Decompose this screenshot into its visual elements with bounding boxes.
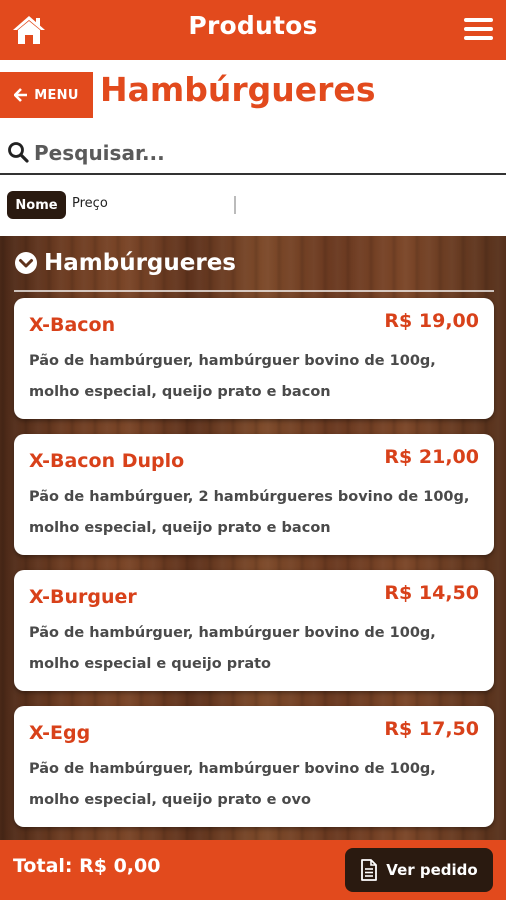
sort-by-name-button[interactable]: Nome: [7, 191, 66, 219]
category-divider: [14, 290, 494, 292]
top-bar: Produtos: [0, 0, 506, 60]
arrow-left-icon: [14, 88, 28, 102]
app-title: Produtos: [188, 11, 318, 40]
product-name: X-Egg: [29, 722, 91, 744]
order-total: Total: R$ 0,00: [13, 855, 161, 877]
product-list-area[interactable]: Hambúrgueres X-Bacon R$ 19,00 Pão de ham…: [0, 236, 506, 840]
product-price: R$ 17,50: [384, 718, 479, 740]
sort-by-price-button[interactable]: Preço: [72, 196, 108, 211]
product-price: R$ 14,50: [384, 582, 479, 604]
product-name: X-Bacon: [29, 314, 116, 336]
hamburger-menu-icon[interactable]: [464, 17, 494, 43]
product-name: X-Bacon Duplo: [29, 450, 185, 472]
product-price: R$ 19,00: [384, 310, 479, 332]
search-icon: [8, 142, 29, 163]
sort-divider: [234, 196, 236, 214]
product-card[interactable]: X-Egg R$ 17,50 Pão de hambúrguer, hambúr…: [14, 706, 494, 827]
product-name: X-Burguer: [29, 586, 137, 608]
product-description: Pão de hambúrguer, hambúrguer bovino de …: [29, 761, 436, 808]
product-description: Pão de hambúrguer, 2 hambúrgueres bovino…: [29, 489, 470, 536]
product-description: Pão de hambúrguer, hambúrguer bovino de …: [29, 353, 436, 400]
product-card[interactable]: X-Bacon Duplo R$ 21,00 Pão de hambúrguer…: [14, 434, 494, 555]
search-bar: [0, 133, 506, 175]
sort-bar: Nome Preço: [0, 177, 506, 236]
view-order-label: Ver pedido: [386, 861, 478, 879]
product-price: R$ 21,00: [384, 446, 479, 468]
back-to-menu-button[interactable]: MENU: [0, 72, 93, 118]
bottom-bar: Total: R$ 0,00 Ver pedido: [0, 840, 506, 900]
product-card[interactable]: X-Burguer R$ 14,50 Pão de hambúrguer, ha…: [14, 570, 494, 691]
chevron-down-circle-icon: [15, 252, 37, 274]
category-header[interactable]: Hambúrgueres: [14, 250, 236, 276]
back-button-label: MENU: [34, 87, 79, 103]
page-title: Hambúrgueres: [100, 70, 376, 109]
view-order-button[interactable]: Ver pedido: [345, 848, 493, 892]
product-description: Pão de hambúrguer, hambúrguer bovino de …: [29, 625, 436, 672]
category-title: Hambúrgueres: [44, 250, 236, 276]
product-card[interactable]: X-Bacon R$ 19,00 Pão de hambúrguer, hamb…: [14, 298, 494, 419]
document-icon: [361, 859, 378, 881]
search-input[interactable]: [34, 137, 494, 169]
